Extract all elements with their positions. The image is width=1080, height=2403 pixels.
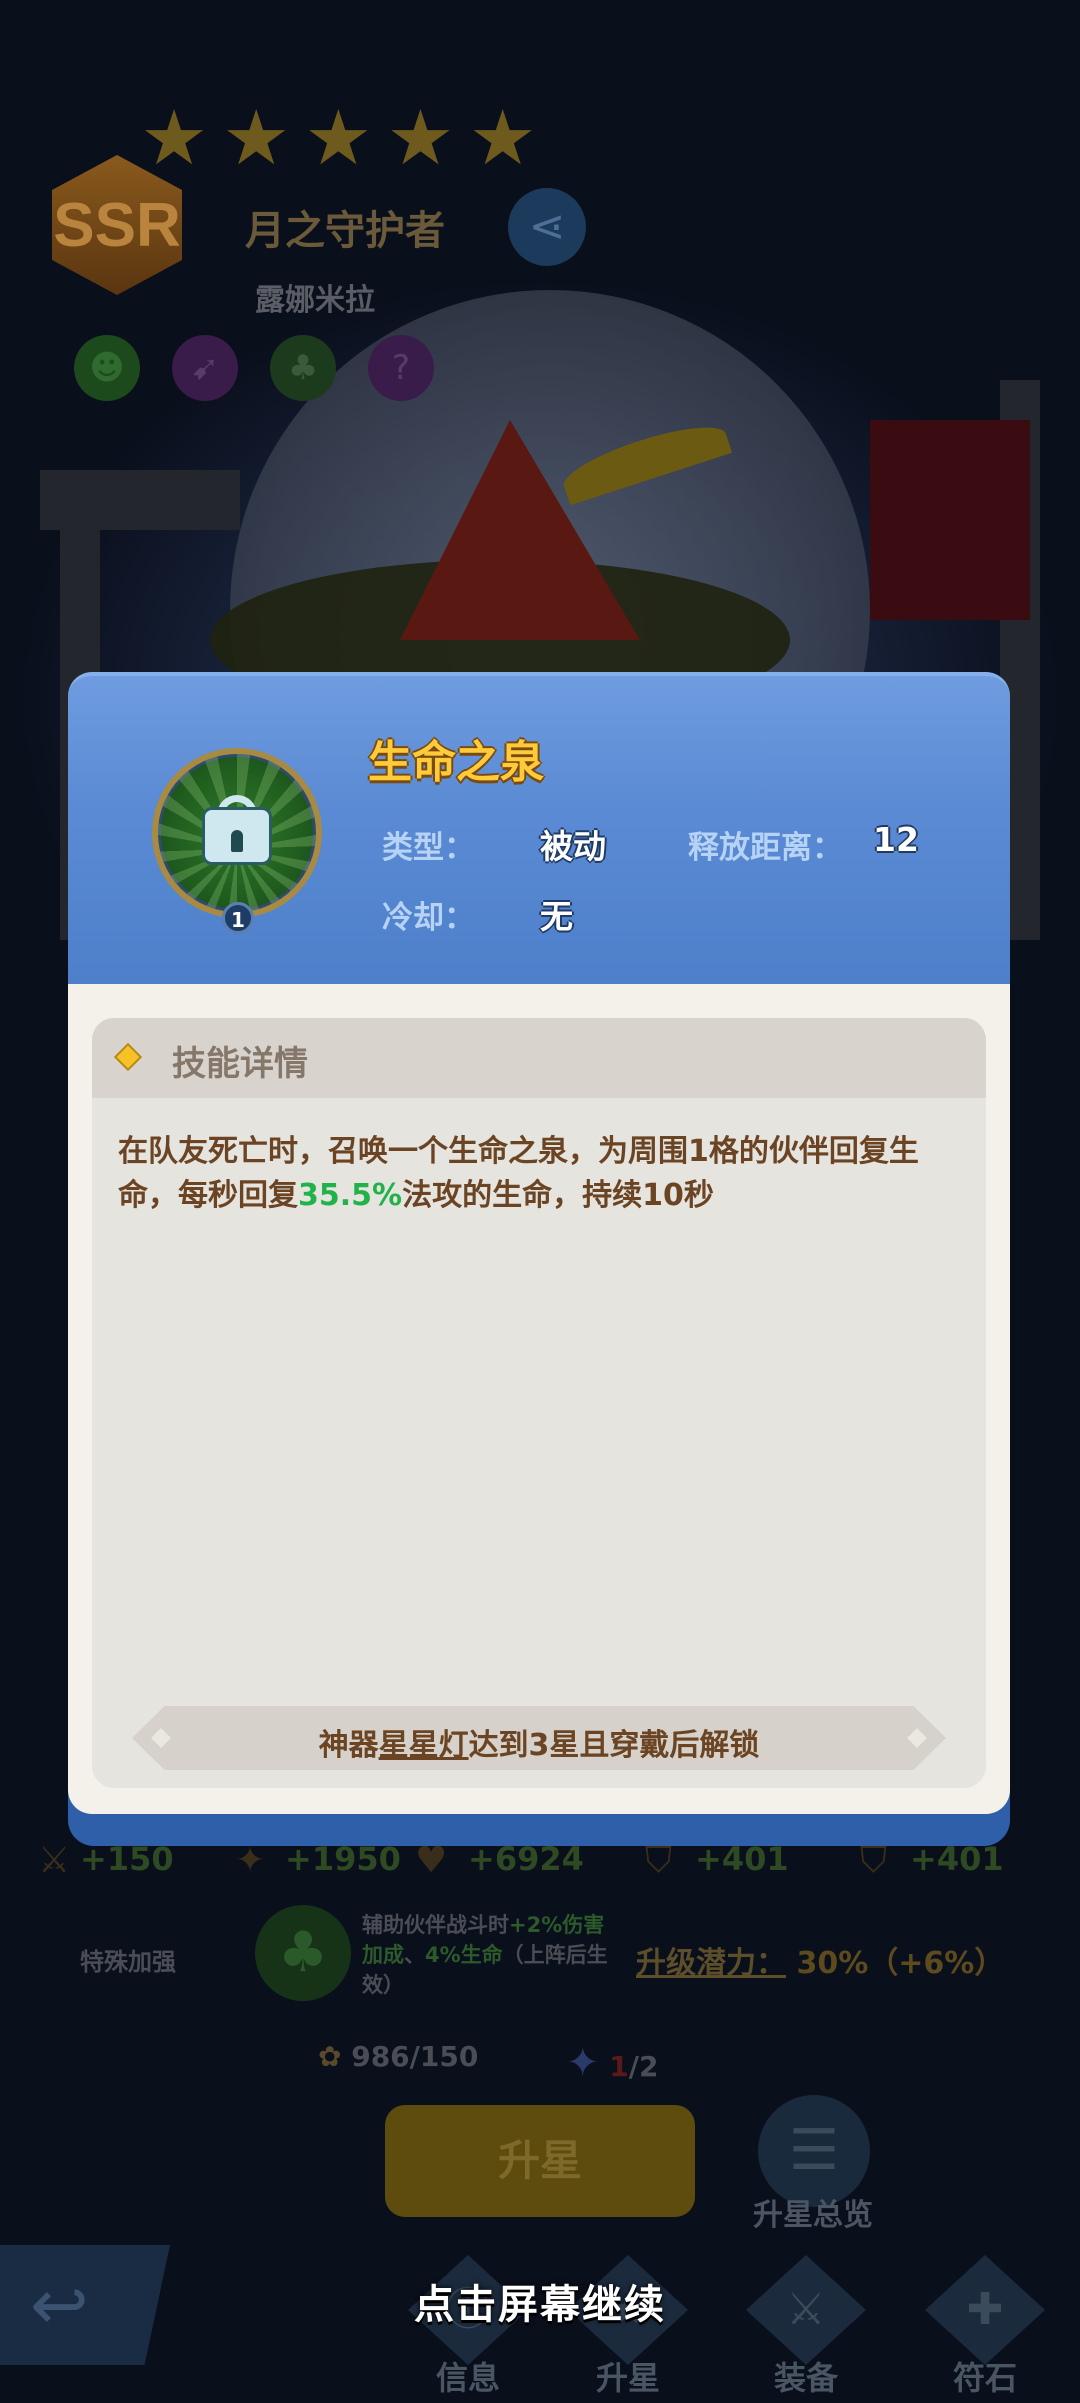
magic-shield-icon: ⛉ bbox=[860, 1840, 888, 1881]
trait-question-icon[interactable]: ? bbox=[368, 335, 434, 401]
skill-cooldown-value: 无 bbox=[540, 897, 573, 936]
unlock-suffix: 达到3星且穿戴后解锁 bbox=[468, 1728, 760, 1763]
skill-description: 在队友死亡时，召唤一个生命之泉，为周围1格的伙伴回复生命，每秒回复35.5%法攻… bbox=[118, 1130, 968, 1218]
star-material: ✦ 1/2 bbox=[566, 2040, 658, 2086]
skill-type-value: 被动 bbox=[540, 827, 606, 866]
skill-detail-header: 技能详情 bbox=[92, 1018, 986, 1098]
bonus-hp-value: 4%生命 bbox=[425, 1943, 503, 1967]
sword-icon: ⚔ bbox=[38, 1840, 71, 1881]
special-bonus-description: 辅助伙伴战斗时+2%伤害加成、4%生命（上阵后生效） bbox=[362, 1910, 622, 2000]
hero-name: 露娜米拉 bbox=[255, 283, 375, 318]
skill-name: 生命之泉 bbox=[368, 737, 544, 788]
dialog-body: 技能详情 在队友死亡时，召唤一个生命之泉，为周围1格的伙伴回复生命，每秒回复35… bbox=[68, 984, 1010, 1814]
special-bonus-label: 特殊加强 bbox=[80, 1948, 176, 1976]
potential-label: 升级潜力： bbox=[636, 1946, 786, 1981]
share-button[interactable]: ⋖ bbox=[508, 188, 586, 266]
star-material-need: /2 bbox=[628, 2050, 659, 2083]
skill-range-label: 释放距离： bbox=[688, 830, 843, 866]
bonus-text: 辅助伙伴战斗时 bbox=[362, 1913, 509, 1937]
menu-icon: ☰ bbox=[788, 2118, 840, 2183]
skill-detail-dialog: 1 生命之泉 类型： 被动 释放距离： 12 冷却： 无 技能详情 在队友死亡时… bbox=[68, 672, 1010, 1846]
staff-icon: ✦ bbox=[235, 1840, 266, 1881]
artifact-link[interactable]: 星星灯 bbox=[379, 1728, 469, 1763]
trait-green-ghost-icon[interactable]: ☻ bbox=[74, 335, 140, 401]
star-icon: ★ bbox=[304, 93, 373, 182]
unlock-condition-text: 神器星星灯达到3星且穿戴后解锁 bbox=[92, 1720, 986, 1764]
skill-type-label: 类型： bbox=[382, 830, 475, 866]
description-text-end: 法攻的生命，持续10秒 bbox=[402, 1178, 714, 1213]
unlock-prefix: 神器 bbox=[318, 1728, 379, 1763]
skill-lock-icon bbox=[152, 748, 322, 918]
star-stone-icon: ✦ bbox=[566, 2040, 600, 2086]
star-icon: ★ bbox=[140, 93, 209, 182]
stat-row: ⚔ +150 ✦ +1950 ♥ +6924 ⛉ +401 ⛉ +401 bbox=[30, 1840, 1050, 1890]
shard-icon: ✿ bbox=[318, 2040, 342, 2073]
trait-tree-icon[interactable]: ♣ bbox=[270, 335, 336, 401]
star-rating: ★ ★ ★ ★ ★ bbox=[140, 100, 537, 176]
tree-icon: ♣ bbox=[255, 1905, 351, 2001]
dialog-header: 1 生命之泉 类型： 被动 释放距离： 12 冷却： 无 bbox=[68, 672, 1010, 990]
star-icon: ★ bbox=[468, 93, 537, 182]
trait-bow-icon[interactable]: ➹ bbox=[172, 335, 238, 401]
share-icon: ⋖ bbox=[528, 201, 566, 252]
shard-count: 986/150 bbox=[351, 2040, 479, 2073]
shard-material: ✿ 986/150 bbox=[318, 2040, 478, 2073]
description-highlight-value: 35.5% bbox=[298, 1178, 403, 1213]
banner-decoration bbox=[870, 420, 1030, 620]
potential-value: 30%（+6%） bbox=[796, 1946, 1005, 1981]
keyhole bbox=[231, 829, 243, 852]
bonus-separator: 、 bbox=[404, 1943, 425, 1967]
star-up-button[interactable]: 升星 bbox=[385, 2105, 695, 2217]
star-icon: ★ bbox=[386, 93, 455, 182]
tap-to-continue-hint[interactable]: 点击屏幕继续 bbox=[0, 2272, 1080, 2330]
hero-title: 月之守护者 bbox=[245, 208, 445, 254]
skill-level-badge: 1 bbox=[222, 902, 254, 934]
skill-range-value: 12 bbox=[873, 820, 919, 859]
heart-icon: ♥ bbox=[415, 1840, 448, 1881]
upgrade-potential: 升级潜力： 30%（+6%） bbox=[636, 1938, 1004, 1982]
star-icon: ★ bbox=[222, 93, 291, 182]
skill-detail-panel: 技能详情 在队友死亡时，召唤一个生命之泉，为周围1格的伙伴回复生命，每秒回复35… bbox=[92, 1018, 986, 1788]
skill-cooldown-label: 冷却： bbox=[382, 900, 475, 936]
diamond-icon bbox=[113, 1042, 143, 1072]
overview-label: 升星总览 bbox=[753, 2198, 873, 2233]
star-material-have: 1 bbox=[609, 2050, 629, 2083]
skill-detail-title: 技能详情 bbox=[172, 1044, 308, 1084]
shield-icon: ⛉ bbox=[645, 1840, 673, 1881]
